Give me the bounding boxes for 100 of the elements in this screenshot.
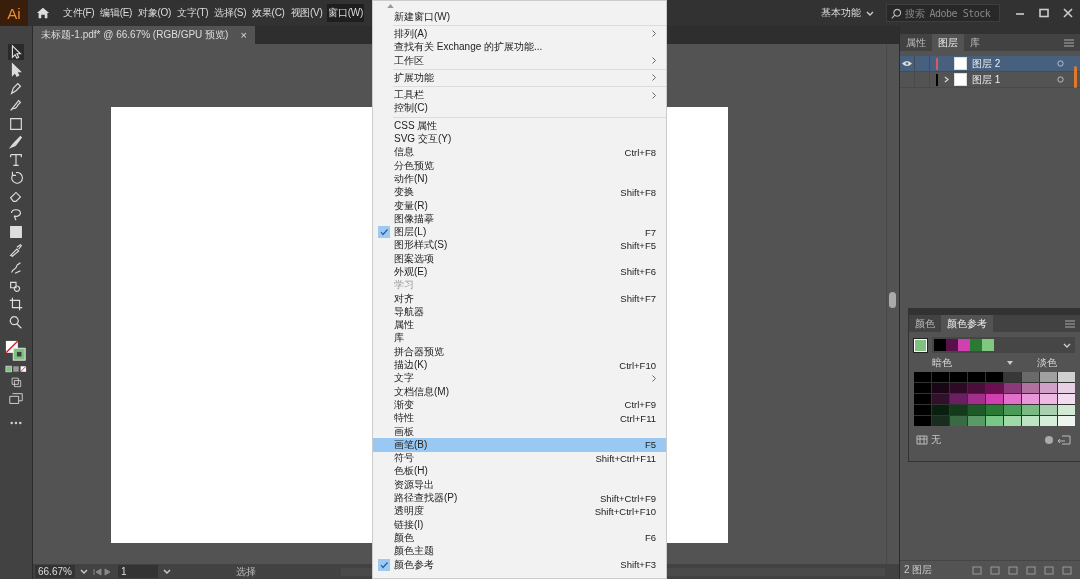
menu-item[interactable]: 工具栏 [373, 88, 666, 102]
color-swatch[interactable] [1004, 372, 1021, 382]
menu-item[interactable]: 拼合器预览 [373, 345, 666, 359]
menu-item[interactable]: 色板(H) [373, 464, 666, 479]
color-swatch[interactable] [1040, 405, 1057, 415]
color-swatch[interactable] [932, 405, 949, 415]
menu-item[interactable]: 文档信息(M) [373, 385, 666, 399]
home-icon[interactable] [36, 6, 50, 20]
color-swatch[interactable] [950, 416, 967, 426]
menu-item[interactable]: 图形样式(S) Shift+F5 [373, 238, 666, 253]
color-swatch[interactable] [932, 416, 949, 426]
menu-item[interactable]: 导航器 [373, 305, 666, 319]
menu-item[interactable]: 属性 [373, 318, 666, 332]
caret-icon[interactable] [866, 10, 874, 16]
maximize-icon[interactable] [1038, 7, 1050, 19]
vertical-scrollbar[interactable] [886, 44, 899, 564]
layer-row[interactable]: 图层 2 [900, 56, 1080, 72]
color-swatch[interactable] [914, 416, 931, 426]
menu-item[interactable]: 文件(F) [62, 4, 96, 22]
menu-item[interactable]: 视图(V) [289, 4, 324, 22]
color-swatch[interactable] [968, 372, 985, 382]
panel-tab[interactable]: 库 [964, 34, 986, 51]
rotate-icon[interactable] [8, 170, 24, 186]
color-swatch[interactable] [968, 394, 985, 404]
menu-item[interactable]: 链接(I) [373, 518, 666, 532]
more-icon[interactable] [10, 421, 22, 425]
close-tab-button[interactable]: × [240, 29, 247, 41]
menu-item[interactable]: 变量(R) [373, 198, 666, 213]
menu-item[interactable]: 画板 [373, 424, 666, 439]
fill-stroke-icon[interactable] [5, 340, 27, 362]
color-swatch[interactable] [1004, 405, 1021, 415]
panel-tab[interactable]: 颜色参考 [941, 315, 993, 332]
panel-tab[interactable]: 颜色 [909, 315, 941, 332]
menu-item[interactable]: 图像描摹 [373, 212, 666, 226]
color-swatch[interactable] [950, 383, 967, 393]
gradient-icon[interactable] [8, 224, 24, 240]
target-icon[interactable] [1057, 60, 1064, 67]
menu-item[interactable]: 透明度 Shift+Ctrl+F10 [373, 504, 666, 518]
color-swatch[interactable] [950, 394, 967, 404]
color-swatch[interactable] [1040, 372, 1057, 382]
search-icon[interactable] [8, 314, 24, 330]
color-swatch[interactable] [1058, 372, 1075, 382]
color-swatch[interactable] [1004, 394, 1021, 404]
pen-icon[interactable] [8, 80, 24, 96]
color-swatch[interactable] [1022, 416, 1039, 426]
layer-row[interactable]: 图层 1 [900, 72, 1080, 88]
save-swatches-icon[interactable] [1057, 435, 1071, 445]
search-field[interactable]: 搜索 Adobe Stock [886, 4, 1000, 22]
base-color-swatch[interactable] [914, 338, 927, 352]
menu-item[interactable]: SVG 交互(Y) [373, 132, 666, 146]
panel-tab[interactable]: 图层 [932, 34, 964, 51]
menu-item[interactable]: 颜色 F6 [373, 531, 666, 545]
close-icon[interactable] [1062, 7, 1074, 19]
caret-icon[interactable] [162, 569, 171, 574]
menu-item[interactable]: 变换 Shift+F8 [373, 185, 666, 199]
color-swatch[interactable] [950, 405, 967, 415]
menu-item[interactable]: 资源导出 [373, 478, 666, 492]
page-field[interactable]: 1 [117, 565, 158, 578]
color-swatch[interactable] [968, 416, 985, 426]
color-swatch[interactable] [914, 383, 931, 393]
nav-arrows-icon[interactable] [92, 567, 113, 576]
menu-item[interactable]: 效果(C) [251, 4, 286, 22]
type-icon[interactable] [8, 152, 24, 168]
expand-icon[interactable] [943, 76, 949, 83]
menu-item[interactable]: 库 [373, 331, 666, 346]
caret-icon[interactable] [1006, 361, 1013, 365]
color-swatch[interactable] [986, 405, 1003, 415]
color-swatch[interactable] [932, 372, 949, 382]
color-swatch[interactable] [1040, 383, 1057, 393]
target-icon[interactable] [1057, 76, 1064, 83]
menu-item[interactable]: 路径查找器(P) Shift+Ctrl+F9 [373, 491, 666, 505]
menu-item[interactable]: 动作(N) [373, 172, 666, 186]
color-wheel-icon[interactable] [1044, 435, 1054, 445]
caret-icon[interactable] [1063, 342, 1071, 348]
color-swatch[interactable] [968, 405, 985, 415]
swatch-grid-icon[interactable] [916, 435, 928, 445]
menu-item[interactable]: 对齐 Shift+F7 [373, 291, 666, 306]
color-swatch[interactable] [914, 405, 931, 415]
menu-item[interactable]: 窗口(W) [327, 4, 365, 22]
color-swatch[interactable] [1022, 394, 1039, 404]
menu-item[interactable]: 编辑(E) [99, 4, 134, 22]
color-swatch[interactable] [914, 394, 931, 404]
color-swatch[interactable] [1022, 372, 1039, 382]
color-swatch[interactable] [1058, 405, 1075, 415]
color-swatch[interactable] [1058, 416, 1075, 426]
workspace-label[interactable]: 基本功能 [821, 6, 861, 20]
menu-item[interactable]: 信息 Ctrl+F8 [373, 145, 666, 159]
color-swatch[interactable] [950, 372, 967, 382]
menu-item[interactable]: 渐变 Ctrl+F9 [373, 398, 666, 412]
menu-item[interactable]: 新建窗口(W) [373, 10, 666, 24]
color-swatch[interactable] [986, 416, 1003, 426]
eyedropper-icon[interactable] [8, 242, 24, 258]
color-swatch[interactable] [1004, 383, 1021, 393]
harmony-bar[interactable] [932, 337, 1075, 353]
brush-icon[interactable] [8, 134, 24, 150]
color-swatch[interactable] [1058, 383, 1075, 393]
menu-item[interactable]: 图案选项 [373, 252, 666, 266]
menu-item[interactable]: 图层(L) F7 [373, 225, 666, 239]
crop-icon[interactable] [8, 296, 24, 312]
color-swatch[interactable] [1022, 383, 1039, 393]
